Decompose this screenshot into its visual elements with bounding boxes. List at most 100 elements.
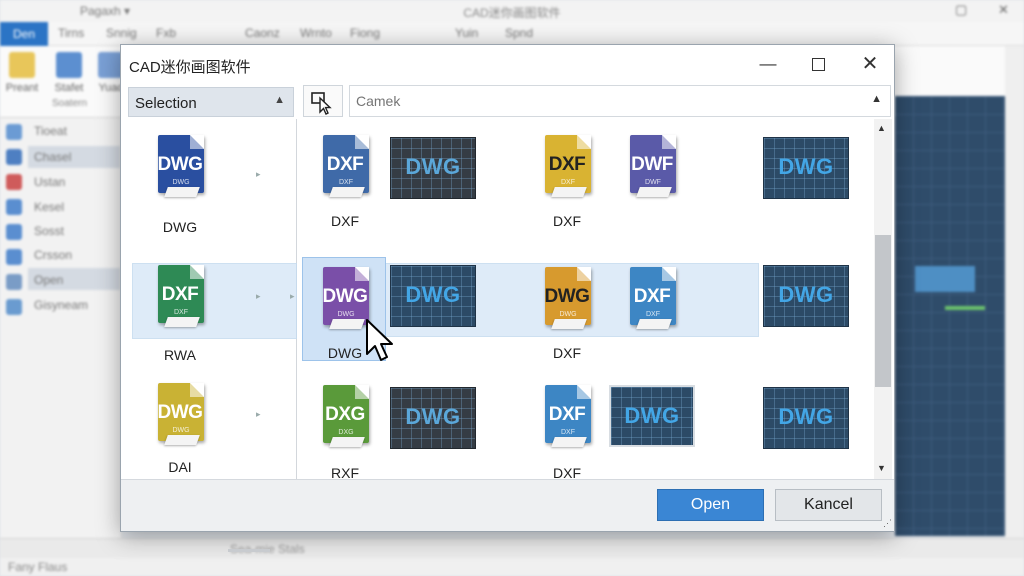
dwg-thumbnail[interactable]: DWG [390,265,476,327]
thumbnail-text: DWG [405,282,461,307]
grid-file-item[interactable]: DWF DWF [604,129,700,229]
left-file-item[interactable]: DWG DWG DWG [132,129,228,237]
bg-tab[interactable]: Caonz [245,26,280,40]
bg-sidebar-item[interactable]: Chasel [34,150,71,164]
dwg-thumbnail[interactable]: DWG [763,265,849,327]
bg-tool-label: Preant [5,82,39,94]
bg-title-bar: Pagaxh ▾ CAD迷你画图软件 ▢ ✕ [0,0,1024,22]
cancel-button[interactable]: Kancel [775,489,882,521]
close-icon[interactable]: ✕ [859,53,881,75]
minimize-icon[interactable]: — [757,53,779,75]
bg-sidebar-item[interactable]: Gisyneam [34,298,88,312]
thumbnail-text: DWG [778,282,834,307]
horizontal-scrollbar[interactable] [228,549,270,552]
open-file-dialog: CAD迷你画图软件 — ✕ Selection ▲ ▲ DWG DWG DWG … [120,44,895,552]
file-label: DXF [331,213,359,229]
bg-sidebar-item[interactable]: Ustan [34,175,65,189]
bg-sidebar-item[interactable]: Kesel [34,200,64,214]
bg-canvas-shape [915,266,975,292]
dxf-file-icon: DXF DXF [539,383,595,447]
bg-tool-preant[interactable]: Preant [5,52,39,94]
file-grid: DXF DXF DXF DWG DXF DXF DXF DWF DWF DWG [297,119,895,481]
file-icon-text: DWF [631,154,673,175]
dwg-thumbnail[interactable]: DWG [390,137,476,199]
bg-file-tab[interactable]: Den [0,22,48,46]
select-tool-button[interactable] [303,85,343,117]
scroll-down-icon[interactable]: ▼ [877,463,886,473]
thumbnail-text: DWG [405,404,461,429]
selection-dropdown[interactable]: Selection ▲ [128,87,294,117]
dwg-thumbnail[interactable]: DWG [763,137,849,199]
bg-tab[interactable]: Snnig [106,26,137,40]
bg-window-title: CAD迷你画图软件 [463,6,561,20]
file-label: DXF [553,213,581,229]
dwg-file-icon: DWG DWG [152,381,208,445]
bg-sidebar-item[interactable]: Crsson [34,248,72,262]
bg-sidebar-icon [6,274,22,290]
bg-sidebar-item[interactable]: Open [34,273,63,287]
bg-tab[interactable]: Fiong [350,26,380,40]
pointer-select-icon [311,92,332,115]
bg-right-panel [1005,46,1024,538]
chevron-up-icon[interactable]: ▲ [871,93,882,105]
grid-file-item[interactable]: DXF DXF DXF [519,379,615,481]
scroll-up-icon[interactable]: ▲ [877,123,886,133]
thumbnail-text: DWG [778,404,834,429]
file-icon-text: DXF [548,154,586,175]
bg-preset-icon [9,52,35,78]
file-icon-text: DWG [544,286,590,307]
left-file-item[interactable]: DXF DXF RWA [132,259,228,367]
dxf-file-icon: DXF DXF [624,265,680,329]
bg-tab[interactable]: Yuin [455,26,478,40]
grid-file-item[interactable]: DWG DWG DXF [519,259,615,363]
dxf-file-icon: DXF DXF [152,263,208,327]
bg-sidebar-icon [6,174,22,190]
left-file-item[interactable]: DWG DWG DAI [132,377,228,485]
bg-close-icon[interactable]: ✕ [998,2,1014,17]
grid-file-item[interactable]: DXG DXG RXF [297,379,393,481]
resize-grip-icon[interactable]: ⋰ [883,518,892,529]
bg-sidebar-item[interactable]: Sosst [34,224,64,238]
dwg-thumbnail[interactable]: DWG [609,385,695,447]
bg-minimize-icon[interactable]: ▢ [955,2,971,17]
bg-tab[interactable]: Wrnto [300,26,332,40]
search-input[interactable] [356,93,836,109]
file-icon-text: DWG [157,154,203,175]
grid-file-item[interactable]: DXF DXF DXF [297,129,393,229]
bg-canvas-grid [895,96,1005,536]
grid-file-item[interactable]: DXF DXF DXF [519,129,615,229]
file-label: DAI [168,459,192,475]
dxf-file-icon: DXF DXF [317,133,373,197]
expand-arrow-icon[interactable]: ▸ [256,291,261,302]
bg-drawing-canvas[interactable] [895,96,1005,536]
bg-status-bar: Sea-mie Stals [0,538,1024,558]
thumbnail-text: DWG [624,403,680,428]
bg-sidebar-icon [6,199,22,215]
expand-arrow-icon[interactable]: ▸ [290,291,295,302]
bg-tab[interactable]: Spnd [505,26,533,40]
search-field[interactable]: ▲ [349,85,891,117]
selection-label: Selection [135,95,197,112]
bg-sidebar: Tioeat Chasel Ustan Kesel Sosst Crsson O… [0,118,122,538]
bg-sidebar-icon [6,249,22,265]
open-button[interactable]: Open [657,489,764,521]
dxg-file-icon: DXG DXG [317,383,373,447]
thumbnail-text: DWG [778,154,834,179]
file-icon-text: DWG [322,286,368,307]
file-label: RWA [164,347,196,363]
mouse-cursor-icon [366,319,393,361]
maximize-icon[interactable] [807,53,829,75]
dwg-thumbnail[interactable]: DWG [390,387,476,449]
bg-status-bar-bottom: Fany Flaus [0,558,1024,576]
file-icon-text: DXF [548,404,586,425]
bg-tab[interactable]: Fxb [156,26,176,40]
scrollbar-thumb[interactable] [875,235,891,387]
bg-tab[interactable]: Tirns [58,26,84,40]
expand-arrow-icon[interactable]: ▸ [256,169,261,180]
bg-tool-stafet[interactable]: Stafet [52,52,86,94]
vertical-scrollbar[interactable]: ▲ ▼ [874,119,892,479]
expand-arrow-icon[interactable]: ▸ [256,409,261,420]
bg-sidebar-item[interactable]: Tioeat [34,124,67,138]
grid-file-item[interactable]: DXF DXF [604,259,700,363]
dwg-thumbnail[interactable]: DWG [763,387,849,449]
